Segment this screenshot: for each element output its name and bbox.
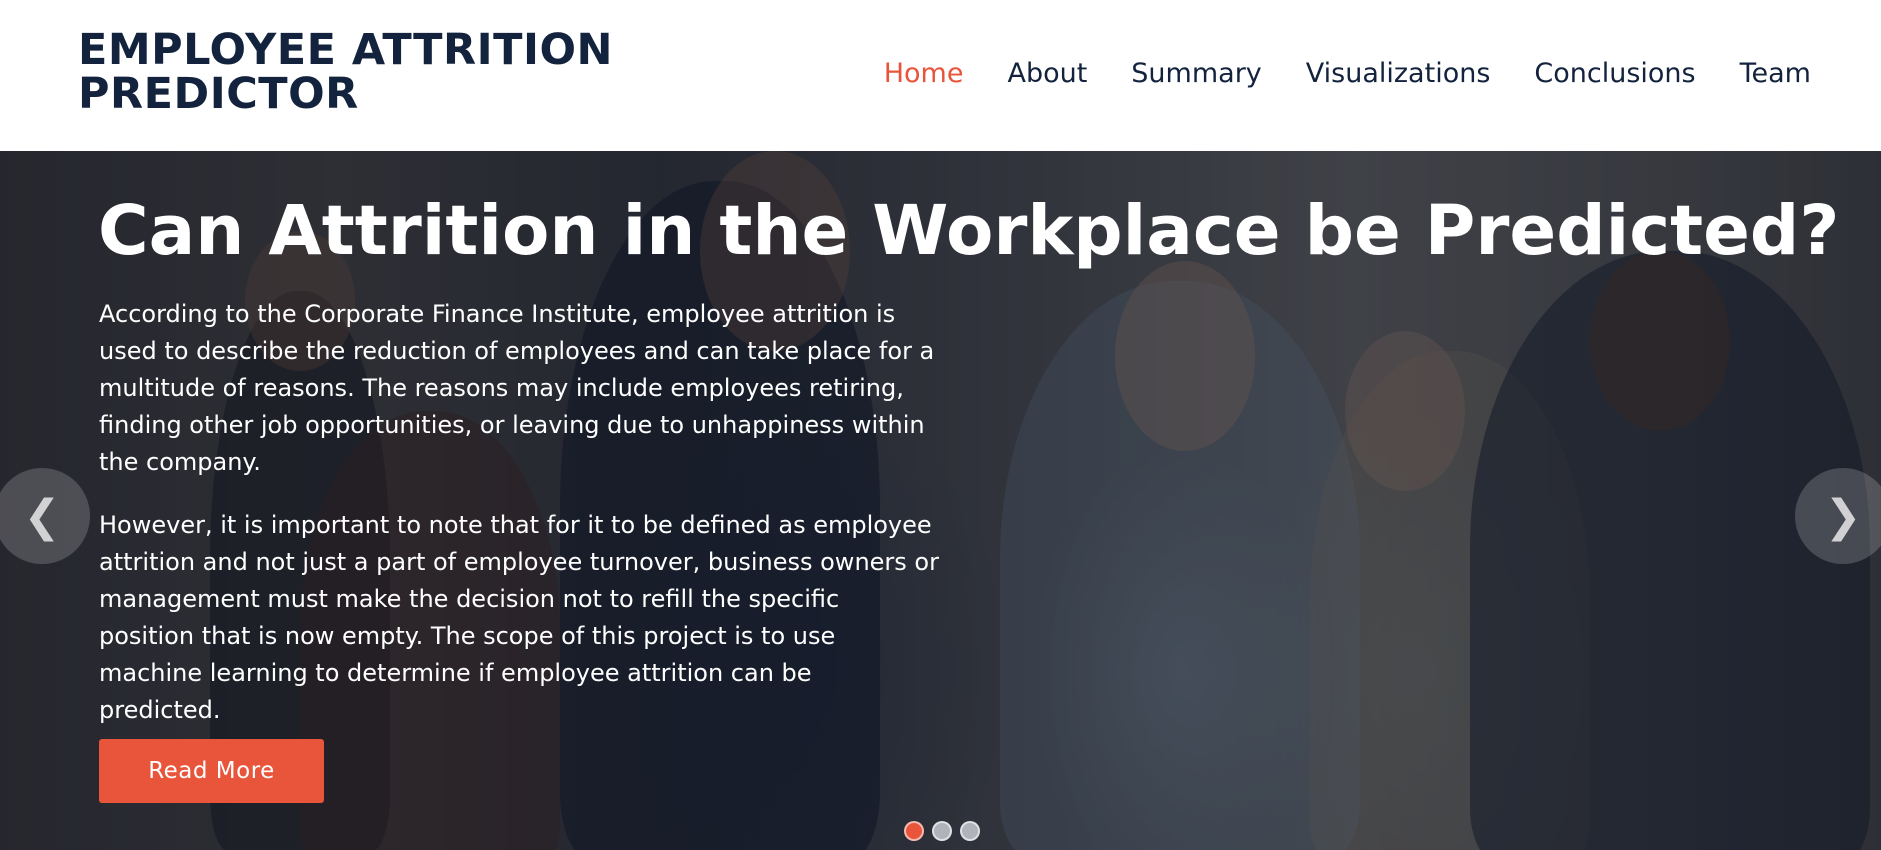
- carousel-dot-2[interactable]: [932, 821, 952, 841]
- hero-paragraph-2: However, it is important to note that fo…: [99, 511, 939, 724]
- nav-item-conclusions[interactable]: Conclusions: [1534, 52, 1695, 96]
- hero-title: Can Attrition in the Workplace be Predic…: [98, 191, 1840, 271]
- read-more-button[interactable]: Read More: [99, 739, 324, 803]
- hero-paragraph-1: According to the Corporate Finance Insti…: [99, 300, 935, 476]
- hero-carousel: Can Attrition in the Workplace be Predic…: [0, 151, 1881, 850]
- carousel-next-button[interactable]: ❯: [1795, 468, 1881, 564]
- hero-slide: Can Attrition in the Workplace be Predic…: [0, 151, 1881, 850]
- carousel-indicators: [904, 821, 980, 841]
- logo-line-2: PREDICTOR: [78, 69, 359, 119]
- nav-item-visualizations[interactable]: Visualizations: [1306, 52, 1491, 96]
- nav-item-home[interactable]: Home: [884, 52, 964, 96]
- nav-item-about[interactable]: About: [1007, 52, 1087, 96]
- nav-item-team[interactable]: Team: [1740, 52, 1811, 96]
- site-header: EMPLOYEE ATTRITION PREDICTOR Home About …: [0, 0, 1881, 151]
- main-nav: Home About Summary Visualizations Conclu…: [840, 52, 1811, 96]
- nav-item-summary[interactable]: Summary: [1131, 52, 1261, 96]
- logo-line-1: EMPLOYEE ATTRITION: [78, 25, 613, 75]
- carousel-dot-3[interactable]: [960, 821, 980, 841]
- carousel-dot-1[interactable]: [904, 821, 924, 841]
- site-logo[interactable]: EMPLOYEE ATTRITION PREDICTOR: [78, 28, 638, 116]
- chevron-right-icon: ❯: [1824, 490, 1862, 542]
- chevron-left-icon: ❮: [23, 490, 61, 542]
